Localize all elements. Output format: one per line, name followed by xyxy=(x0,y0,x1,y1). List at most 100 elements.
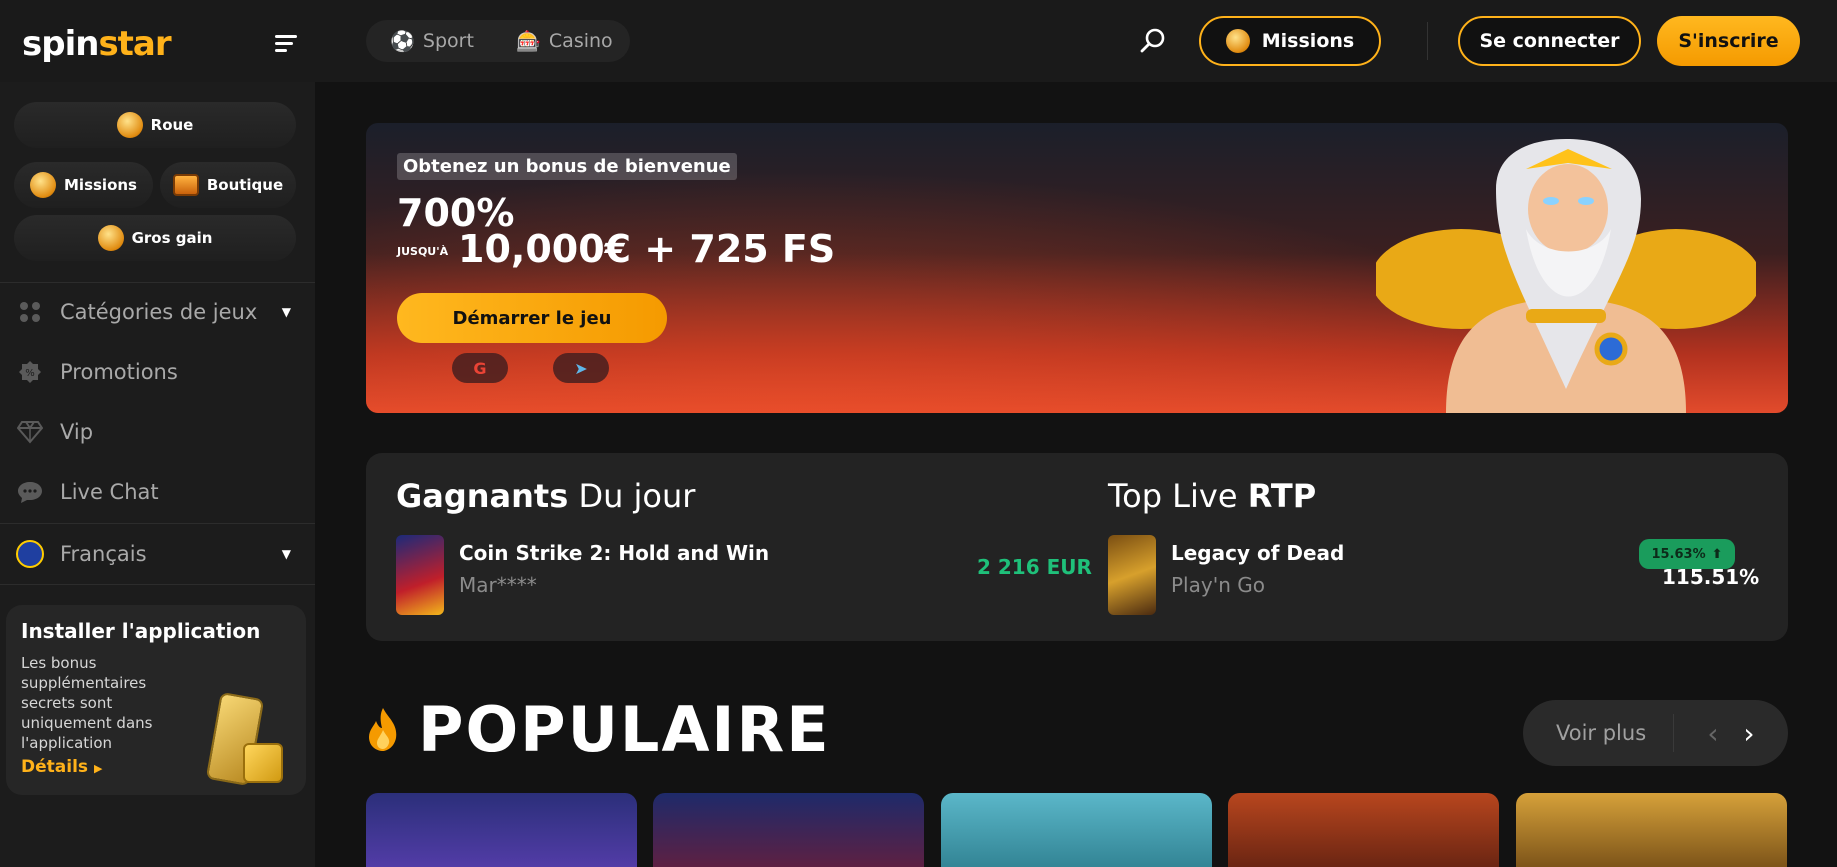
stats-panel: Gagnants Du jour Coin Strike 2: Hold and… xyxy=(366,453,1788,641)
telegram-icon: ➤ xyxy=(574,358,588,378)
prev-arrow-button[interactable]: ‹ xyxy=(1699,700,1727,766)
winner-amount: 2 216 EUR xyxy=(977,555,1092,579)
eu-flag-icon xyxy=(16,540,44,568)
sidebar-missions-label: Missions xyxy=(64,176,137,194)
promo-badge-icon: % xyxy=(16,358,44,386)
game-card[interactable] xyxy=(653,793,924,867)
chest-icon xyxy=(172,174,199,196)
menu-line xyxy=(275,42,293,45)
sidebar-item-promotions[interactable]: % Promotions xyxy=(16,352,301,392)
banner-tag: Obtenez un bonus de bienvenue xyxy=(397,153,737,180)
arrow-up-icon: ⬆ xyxy=(1711,546,1723,562)
wheel-button[interactable]: Roue xyxy=(14,102,296,148)
sidebar-missions-button[interactable]: Missions xyxy=(14,162,153,208)
header-divider xyxy=(1427,22,1428,60)
install-title: Installer l'application xyxy=(21,619,261,643)
next-arrow-button[interactable]: › xyxy=(1735,700,1763,766)
search-button[interactable] xyxy=(1136,24,1170,58)
sidebar-item-live-chat[interactable]: Live Chat xyxy=(16,472,301,512)
popular-games-row xyxy=(366,793,1788,867)
sidebar-divider xyxy=(0,282,315,283)
wheel-icon xyxy=(116,112,143,138)
nav-sport[interactable]: ⚽ Sport xyxy=(390,20,474,62)
sidebar-divider xyxy=(0,584,315,585)
install-details-label: Détails xyxy=(21,757,89,777)
game-card[interactable] xyxy=(366,793,637,867)
winner-game-thumbnail[interactable] xyxy=(396,535,444,615)
nav-divider xyxy=(1673,714,1674,752)
chevron-right-icon: ▶ xyxy=(93,762,103,775)
language-label: Français xyxy=(60,542,147,566)
chevron-down-icon: ▼ xyxy=(281,547,291,561)
see-more-button[interactable]: Voir plus xyxy=(1556,700,1646,766)
chevron-down-icon: ▼ xyxy=(281,305,291,319)
top-rtp-title-bold: RTP xyxy=(1247,477,1317,515)
sidebar-item-label: Promotions xyxy=(60,360,178,384)
popular-title-text: POPULAIRE xyxy=(418,692,831,766)
sidebar-item-vip[interactable]: Vip xyxy=(16,412,301,452)
chat-bubble-icon xyxy=(16,478,44,506)
nav-casino-label: Casino xyxy=(548,30,613,52)
rtp-game-thumbnail[interactable] xyxy=(1108,535,1156,615)
sidebar-item-categories[interactable]: Catégories de jeux ▼ xyxy=(16,292,301,332)
google-icon: G xyxy=(473,358,487,378)
shop-button[interactable]: Boutique xyxy=(160,162,296,208)
sidebar-item-label: Live Chat xyxy=(60,480,159,504)
language-selector[interactable]: Français ▼ xyxy=(16,534,301,574)
google-signin-button[interactable]: G xyxy=(452,353,508,383)
popular-section-title: POPULAIRE xyxy=(366,692,831,766)
sidebar: Roue Missions Boutique Gros gain Catégor… xyxy=(0,82,315,867)
nav-casino[interactable]: 🎰 Casino xyxy=(516,20,613,62)
install-text: Les bonus supplémentaires secrets sont u… xyxy=(21,654,153,752)
install-app-card: Installer l'application Les bonus supplé… xyxy=(6,605,306,795)
welcome-banner: Obtenez un bonus de bienvenue 700% JUSQU… xyxy=(366,123,1788,413)
sidebar-item-label: Vip xyxy=(60,420,94,444)
coin-icon xyxy=(30,172,56,198)
register-button[interactable]: S'inscrire xyxy=(1657,16,1800,66)
telegram-signin-button[interactable]: ➤ xyxy=(553,353,609,383)
rtp-change-value: 15.63% xyxy=(1651,546,1706,562)
winners-title-bold: Gagnants xyxy=(396,477,569,515)
jackpot-button[interactable]: Gros gain xyxy=(14,215,296,261)
rtp-game-name[interactable]: Legacy of Dead xyxy=(1171,541,1344,565)
jackpot-icon xyxy=(97,225,124,251)
soccer-ball-icon: ⚽ xyxy=(390,29,415,53)
grid-dots-icon xyxy=(16,298,44,326)
banner-amount: 10,000€ + 725 FS xyxy=(458,227,836,271)
jackpot-label: Gros gain xyxy=(131,229,213,247)
game-card[interactable] xyxy=(1228,793,1499,867)
winner-game-name[interactable]: Coin Strike 2: Hold and Win xyxy=(459,541,769,565)
sidebar-divider xyxy=(0,523,315,524)
gift-illustration xyxy=(243,743,283,783)
sidebar-item-label: Catégories de jeux xyxy=(60,300,258,324)
main-content: Obtenez un bonus de bienvenue 700% JUSQU… xyxy=(315,82,1837,867)
search-icon xyxy=(1140,28,1165,53)
top-rtp-title: Top Live RTP xyxy=(1108,477,1316,515)
login-button[interactable]: Se connecter xyxy=(1458,16,1641,66)
rtp-game-provider: Play'n Go xyxy=(1171,573,1265,597)
winner-player: Mar**** xyxy=(459,573,537,597)
slot-machine-icon: 🎰 xyxy=(516,29,541,53)
flame-icon xyxy=(369,708,397,751)
top-rtp-title-rest: Top Live xyxy=(1108,477,1238,515)
rtp-value: 115.51% xyxy=(1662,565,1760,589)
menu-line xyxy=(275,35,297,38)
game-card[interactable] xyxy=(941,793,1212,867)
install-details-link[interactable]: Détails ▶ xyxy=(21,757,102,777)
popular-nav: Voir plus ‹ › xyxy=(1523,700,1788,766)
banner-up-to: JUSQU'À xyxy=(397,245,449,258)
start-game-button[interactable]: Démarrer le jeu xyxy=(397,293,667,343)
missions-label: Missions xyxy=(1261,30,1355,52)
coin-icon xyxy=(1225,29,1250,53)
top-header: spinstar ⚽ Sport 🎰 Casino Missions Se co… xyxy=(0,0,1837,82)
game-card[interactable] xyxy=(1516,793,1787,867)
logo[interactable]: spinstar xyxy=(22,24,172,64)
missions-button[interactable]: Missions xyxy=(1199,16,1381,66)
zeus-character-illustration xyxy=(1376,139,1756,413)
logo-star: star xyxy=(98,24,171,64)
menu-toggle-button[interactable] xyxy=(272,30,302,56)
shop-label: Boutique xyxy=(206,176,284,194)
logo-spin: spin xyxy=(22,24,99,64)
wheel-label: Roue xyxy=(150,116,194,134)
svg-text:%: % xyxy=(25,368,35,379)
